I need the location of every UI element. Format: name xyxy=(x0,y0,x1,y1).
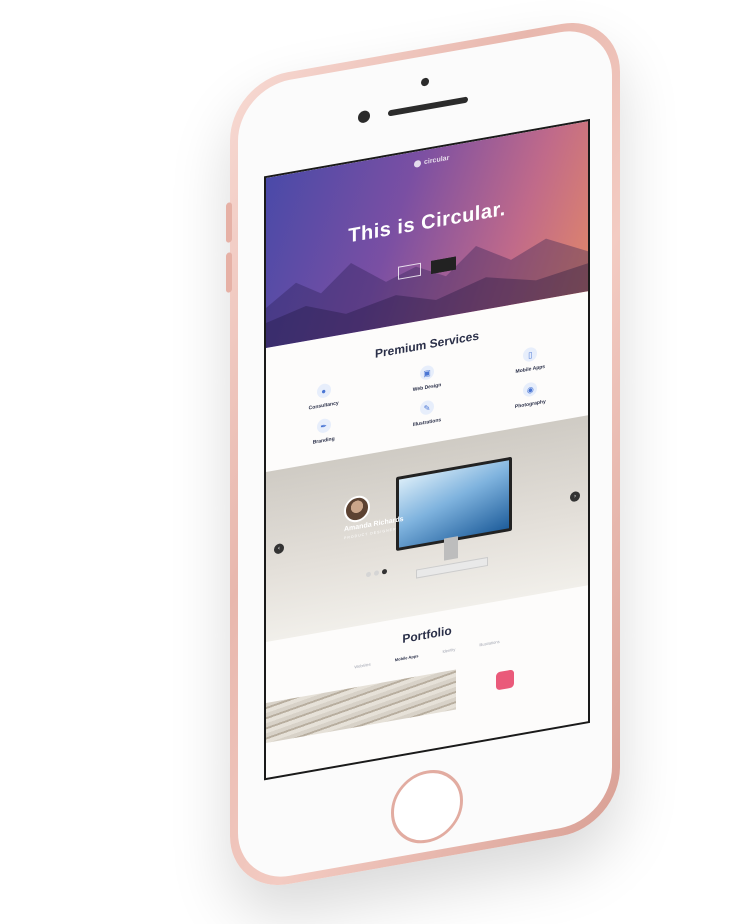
service-item: ✒ Branding xyxy=(276,410,371,452)
front-sensor xyxy=(421,77,429,87)
service-title: Consultancy xyxy=(308,400,339,412)
volume-up-button xyxy=(226,202,232,244)
keyboard xyxy=(416,556,488,579)
front-camera-icon xyxy=(358,109,370,124)
portfolio-item[interactable] xyxy=(266,669,456,744)
pen-icon: ✒ xyxy=(316,417,331,435)
phone-screen: circular This is Circular. Premium Servi… xyxy=(264,118,590,781)
service-item: ● Consultancy xyxy=(276,375,371,417)
logo-icon xyxy=(414,159,421,168)
filter-illustrations[interactable]: Illustrations xyxy=(479,639,499,648)
monitor-stand xyxy=(444,536,458,561)
brand-logo[interactable]: circular xyxy=(414,155,449,168)
phone-body: circular This is Circular. Premium Servi… xyxy=(226,13,620,895)
slider-dot[interactable] xyxy=(382,568,387,575)
camera-icon: ◉ xyxy=(523,381,538,398)
home-button xyxy=(391,764,463,849)
slider-dot[interactable] xyxy=(374,570,379,576)
filter-identity[interactable]: Identity xyxy=(442,647,455,654)
avatar xyxy=(344,493,370,525)
service-item: ✎ Illustrations xyxy=(379,392,474,434)
top-navigation: circular xyxy=(276,133,578,186)
phone-face: circular This is Circular. Premium Servi… xyxy=(238,23,612,885)
monitor-screen xyxy=(399,460,509,548)
service-title: Mobile Apps xyxy=(515,363,546,376)
service-item: ▣ Web Design xyxy=(379,357,474,399)
mobile-icon: ▯ xyxy=(523,346,538,363)
slider-dots xyxy=(366,568,387,578)
service-title: Photography xyxy=(514,398,546,411)
filter-mobile-apps[interactable]: Mobile Apps xyxy=(395,653,419,662)
brush-icon: ✎ xyxy=(419,399,434,416)
volume-down-button xyxy=(226,252,232,294)
service-title: Branding xyxy=(312,435,335,446)
monitor-icon: ▣ xyxy=(419,364,434,381)
service-item: ◉ Photography xyxy=(483,374,578,416)
service-item: ▯ Mobile Apps xyxy=(483,339,578,381)
service-title: Illustrations xyxy=(412,417,442,429)
filter-websites[interactable]: Websites xyxy=(354,662,370,670)
logo-text: circular xyxy=(424,154,450,167)
chevron-left-icon[interactable]: ‹ xyxy=(274,542,284,555)
slider-dot[interactable] xyxy=(366,571,371,578)
portfolio-item[interactable] xyxy=(496,669,514,691)
service-title: Web Design xyxy=(412,382,442,394)
bulb-icon: ● xyxy=(316,382,331,400)
earpiece-speaker xyxy=(388,96,468,117)
chevron-right-icon[interactable]: › xyxy=(570,490,580,503)
phone-mockup-scene: circular This is Circular. Premium Servi… xyxy=(0,0,750,924)
